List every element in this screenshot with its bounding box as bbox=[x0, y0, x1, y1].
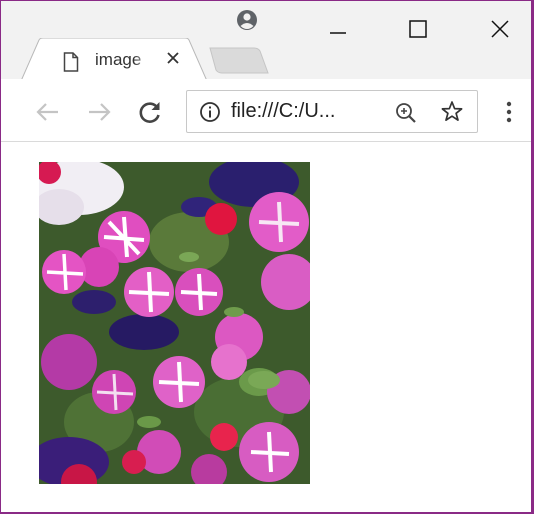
address-bar[interactable]: file:///C:/U... bbox=[186, 90, 478, 133]
browser-window: image file:///C:/U... bbox=[0, 0, 534, 514]
minimize-icon[interactable] bbox=[323, 13, 353, 43]
close-icon[interactable] bbox=[161, 46, 185, 70]
new-tab-button[interactable] bbox=[206, 47, 270, 75]
tab-title: image bbox=[95, 50, 142, 69]
forward-arrow-icon[interactable] bbox=[84, 97, 114, 127]
back-arrow-icon[interactable] bbox=[33, 97, 63, 127]
close-window-icon[interactable] bbox=[485, 13, 515, 43]
info-icon[interactable] bbox=[199, 101, 221, 123]
kebab-menu-icon[interactable] bbox=[499, 97, 519, 127]
url-text[interactable]: file:///C:/U... bbox=[231, 100, 335, 123]
toolbar: file:///C:/U... bbox=[1, 79, 531, 142]
profile-icon[interactable] bbox=[235, 8, 259, 32]
petunia-flowers-photo bbox=[39, 162, 310, 484]
page-icon bbox=[63, 52, 79, 72]
maximize-icon[interactable] bbox=[403, 13, 433, 43]
zoom-icon[interactable] bbox=[393, 100, 419, 126]
star-icon[interactable] bbox=[439, 99, 465, 125]
tab-image[interactable]: image bbox=[21, 38, 207, 82]
title-bar: image bbox=[1, 1, 531, 82]
reload-icon[interactable] bbox=[135, 97, 165, 127]
page-content bbox=[1, 142, 531, 512]
